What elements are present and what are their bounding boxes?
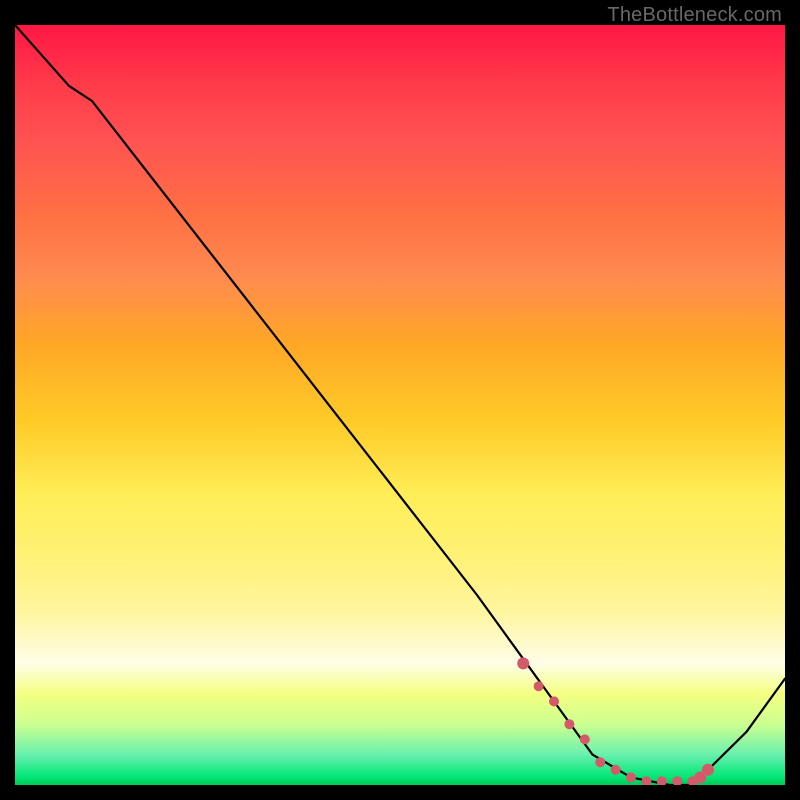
chart-background-gradient [15,25,785,785]
watermark-text: TheBottleneck.com [607,4,782,27]
chart-frame [15,25,785,785]
